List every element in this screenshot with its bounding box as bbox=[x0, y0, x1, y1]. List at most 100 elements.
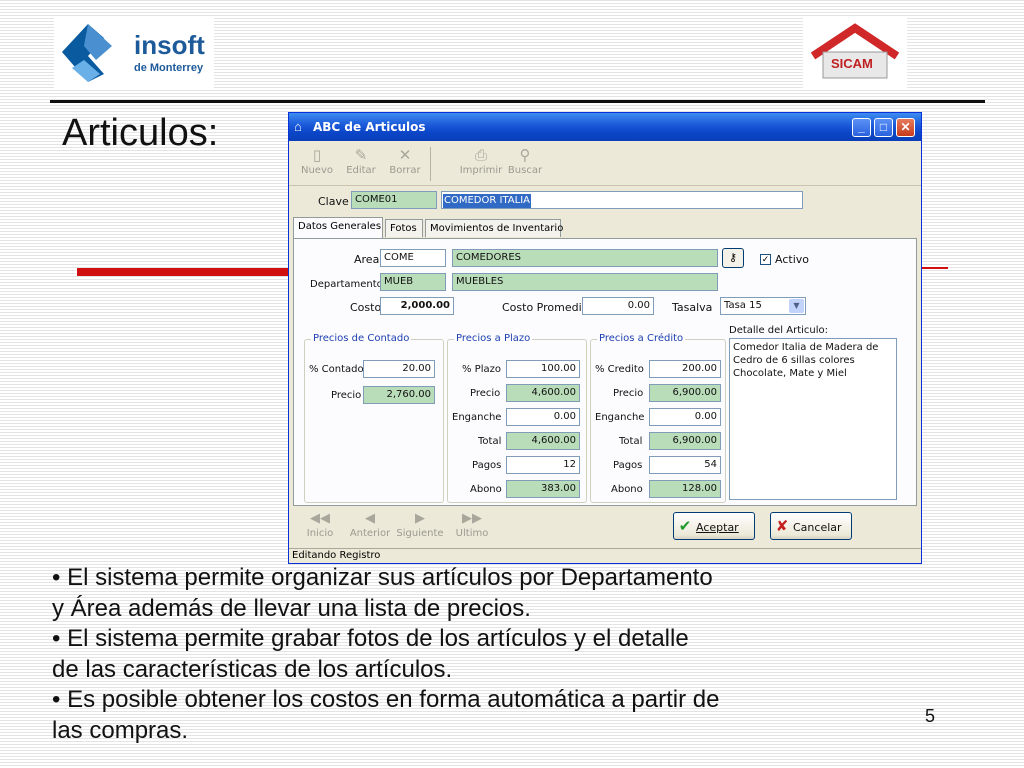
clave-row: Clave COME01 COMEDOR ITALIA bbox=[289, 185, 921, 215]
area-lookup-button[interactable]: ⚷ bbox=[722, 248, 744, 268]
sicam-logo: SICAM bbox=[803, 16, 907, 88]
window-titlebar[interactable]: ⌂ ABC de Articulos _ □ ✕ bbox=[289, 113, 921, 141]
next-record-icon: ▶ bbox=[415, 511, 425, 526]
bullet-line-6: las compras. bbox=[52, 716, 189, 744]
anterior-button[interactable]: ◀ Anterior bbox=[345, 510, 395, 539]
tasaiva-select[interactable]: Tasa 15 ▼ bbox=[720, 297, 806, 315]
siguiente-button[interactable]: ▶ Siguiente bbox=[395, 510, 445, 539]
pagos-credito-label: Pagos bbox=[613, 460, 643, 471]
red-accent-bar bbox=[77, 268, 292, 276]
buscar-button[interactable]: ⚲ Buscar bbox=[503, 145, 547, 176]
area-code-field[interactable]: COME bbox=[380, 249, 446, 267]
bullet-line-2: y Área además de llevar una lista de pre… bbox=[52, 594, 531, 622]
pagos-plazo-label: Pagos bbox=[472, 460, 502, 471]
precios-contado-group: Precios de Contado % Contado 20.00 Preci… bbox=[304, 333, 444, 503]
header-rule bbox=[50, 100, 985, 103]
editar-button[interactable]: ✎ Editar bbox=[339, 145, 383, 176]
area-label: Area bbox=[354, 253, 380, 266]
departamento-label: Departamento bbox=[310, 279, 383, 290]
activo-label: Activo bbox=[775, 253, 809, 266]
cancelar-button[interactable]: ✘ Cancelar bbox=[770, 512, 852, 540]
detalle-textarea[interactable]: Comedor Italia de Madera de Cedro de 6 s… bbox=[729, 338, 897, 500]
bullet-line-3: • El sistema permite grabar fotos de los… bbox=[52, 625, 689, 652]
insoft-logo: insoft de Monterrey bbox=[54, 16, 214, 88]
last-record-icon: ▶▶ bbox=[462, 511, 482, 526]
tab-datos-generales[interactable]: Datos Generales bbox=[293, 217, 383, 238]
siguiente-label: Siguiente bbox=[396, 528, 444, 539]
precios-plazo-group: Precios a Plazo % Plazo 100.00 Precio 4,… bbox=[447, 333, 587, 503]
precios-contado-title: Precios de Contado bbox=[311, 333, 412, 344]
ultimo-button[interactable]: ▶▶ Ultimo bbox=[447, 510, 497, 539]
pagos-credito-field[interactable]: 54 bbox=[649, 456, 721, 474]
precios-credito-group: Precios a Crédito % Credito 200.00 Preci… bbox=[590, 333, 726, 503]
new-document-icon: ▯ bbox=[312, 146, 322, 164]
navigation-bar: ◀◀ Inicio ◀ Anterior ▶ Siguiente ▶▶ Ultimo ✔… bbox=[289, 508, 921, 548]
printer-icon: ⎙ bbox=[474, 146, 487, 164]
cancel-x-icon: ✘ bbox=[775, 517, 789, 535]
enganche-credito-field[interactable]: 0.00 bbox=[649, 408, 721, 426]
chevron-down-icon[interactable]: ▼ bbox=[789, 299, 804, 313]
ultimo-label: Ultimo bbox=[455, 528, 489, 539]
detalle-label: Detalle del Articulo: bbox=[729, 325, 828, 336]
nuevo-label: Nuevo bbox=[300, 165, 333, 176]
abono-plazo-field: 383.00 bbox=[506, 480, 580, 498]
minimize-button[interactable]: _ bbox=[852, 118, 871, 137]
inicio-button[interactable]: ◀◀ Inicio bbox=[295, 510, 345, 539]
total-credito-label: Total bbox=[619, 436, 643, 447]
page-number: 5 bbox=[925, 706, 936, 726]
home-icon: ⌂ bbox=[294, 119, 302, 134]
slide-title: Articulos: bbox=[62, 112, 219, 154]
edit-icon: ✎ bbox=[354, 146, 368, 164]
pct-credito-field[interactable]: 200.00 bbox=[649, 360, 721, 378]
clave-description-field[interactable]: COMEDOR ITALIA bbox=[441, 191, 803, 209]
precio-contado-field: 2,760.00 bbox=[363, 386, 435, 404]
precios-credito-title: Precios a Crédito bbox=[597, 333, 686, 344]
borrar-button[interactable]: ✕ Borrar bbox=[383, 145, 427, 176]
aceptar-label: Aceptar bbox=[696, 521, 739, 534]
abono-credito-label: Abono bbox=[611, 484, 643, 495]
tab-movimientos-inventario[interactable]: Movimientos de Inventario bbox=[425, 219, 563, 237]
close-button[interactable]: ✕ bbox=[896, 118, 915, 137]
imprimir-button[interactable]: ⎙ Imprimir bbox=[459, 145, 503, 176]
area-name-field: COMEDORES bbox=[452, 249, 718, 267]
pct-contado-field[interactable]: 20.00 bbox=[363, 360, 435, 378]
borrar-label: Borrar bbox=[389, 165, 421, 176]
maximize-button[interactable]: □ bbox=[874, 118, 893, 137]
departamento-name-field: MUEBLES bbox=[452, 273, 718, 291]
bullet-text: • El sistema permite organizar sus artíc… bbox=[52, 563, 882, 746]
tab-strip: Datos Generales Fotos Movimientos de Inv… bbox=[293, 217, 593, 239]
tab-fotos[interactable]: Fotos bbox=[385, 219, 423, 237]
pct-plazo-field[interactable]: 100.00 bbox=[506, 360, 580, 378]
toolbar-separator bbox=[430, 147, 431, 181]
enganche-plazo-field[interactable]: 0.00 bbox=[506, 408, 580, 426]
search-icon: ⚲ bbox=[519, 146, 531, 164]
datos-generales-panel: Area COME COMEDORES ⚷ ✓ Activo Departame… bbox=[293, 238, 917, 506]
sicam-logo-text: SICAM bbox=[831, 56, 873, 71]
toolbar: ▯ Nuevo ✎ Editar ✕ Borrar ⎙ Imprimir ⚲ Buscar bbox=[289, 141, 921, 186]
editar-label: Editar bbox=[346, 165, 376, 176]
activo-checkbox[interactable]: ✓ bbox=[760, 254, 771, 265]
aceptar-button[interactable]: ✔ Aceptar bbox=[673, 512, 755, 540]
clave-code-field[interactable]: COME01 bbox=[351, 191, 437, 209]
abono-plazo-label: Abono bbox=[470, 484, 502, 495]
costo-promedio-field[interactable]: 0.00 bbox=[582, 297, 654, 315]
clave-label: Clave bbox=[318, 195, 349, 208]
precios-plazo-title: Precios a Plazo bbox=[454, 333, 533, 344]
precio-plazo-label: Precio bbox=[470, 388, 501, 399]
inicio-label: Inicio bbox=[306, 528, 334, 539]
imprimir-label: Imprimir bbox=[459, 165, 503, 176]
first-record-icon: ◀◀ bbox=[310, 511, 330, 526]
costo-field[interactable]: 2,000.00 bbox=[380, 297, 454, 315]
departamento-code-field[interactable]: MUEB bbox=[380, 273, 446, 291]
insoft-logo-subtext: de Monterrey bbox=[134, 62, 204, 74]
pct-contado-label: % Contado bbox=[309, 364, 364, 375]
pagos-plazo-field[interactable]: 12 bbox=[506, 456, 580, 474]
buscar-label: Buscar bbox=[507, 165, 543, 176]
tasaiva-label: Tasalva bbox=[672, 301, 713, 314]
enganche-plazo-label: Enganche bbox=[452, 412, 502, 423]
bullet-line-5: • Es posible obtener los costos en forma… bbox=[52, 686, 720, 713]
previous-record-icon: ◀ bbox=[365, 511, 375, 526]
clave-description-selected: COMEDOR ITALIA bbox=[443, 194, 531, 208]
nuevo-button[interactable]: ▯ Nuevo bbox=[295, 145, 339, 176]
tasaiva-value: Tasa 15 bbox=[724, 300, 762, 311]
